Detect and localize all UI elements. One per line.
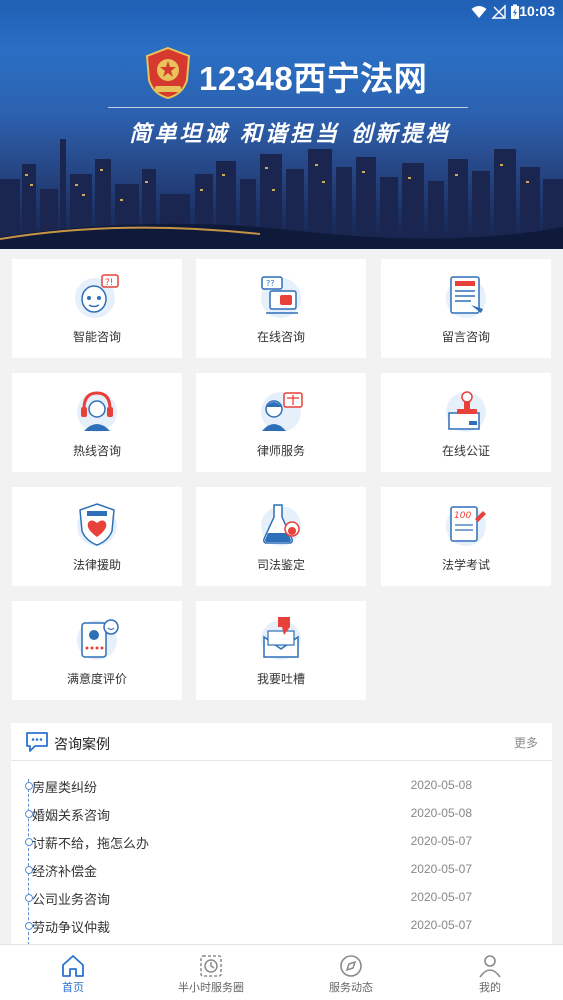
service-complaint[interactable]: 我要吐槽: [196, 601, 366, 700]
service-label: 法律援助: [72, 558, 121, 572]
case-date: 2020-05-08: [410, 778, 472, 792]
svg-text:100: 100: [454, 511, 471, 521]
legal-aid-shield-icon: [77, 503, 117, 546]
user-icon: [479, 955, 501, 978]
list-item[interactable]: 公司业务咨询 2020-05-07: [11, 887, 552, 915]
case-date: 2020-05-07: [410, 862, 472, 876]
service-online-consult[interactable]: ?? 在线咨询: [196, 259, 366, 358]
app-title: 12348西宁法网: [199, 60, 428, 97]
service-smart-consult[interactable]: ?! 智能咨询: [12, 259, 182, 358]
status-time: 10:03: [519, 3, 555, 19]
nav-label: 服务动态: [329, 981, 373, 994]
service-label: 司法鉴定: [256, 558, 305, 572]
clock-icon: [200, 955, 222, 977]
service-label: 我要吐槽: [256, 672, 305, 686]
national-emblem-icon: [145, 46, 191, 100]
case-date: 2020-05-07: [410, 834, 472, 848]
nav-half-hour-circle[interactable]: 半小时服务圈: [141, 945, 281, 1000]
list-item[interactable]: 婚姻关系咨询 2020-05-08: [11, 803, 552, 831]
message-board-icon: [446, 276, 486, 318]
hero-banner: 10:03 12348西宁法网 简单坦诚 和谐担当 创新提档: [0, 0, 563, 249]
list-item[interactable]: 房屋类纠纷 2020-05-08: [11, 775, 552, 803]
service-label: 在线公证: [441, 444, 490, 458]
no-signal-icon: [491, 4, 506, 19]
service-lawyer[interactable]: 律师服务: [196, 373, 366, 472]
title-divider: [108, 107, 468, 108]
chat-bubble-icon: [26, 732, 48, 752]
status-bar: 10:03: [0, 0, 563, 24]
nav-mine[interactable]: 我的: [420, 945, 560, 1000]
service-label: 满意度评价: [66, 672, 127, 686]
service-label: 热线咨询: [72, 444, 121, 458]
svg-text:?!: ?!: [105, 278, 113, 288]
service-label: 法学考试: [441, 558, 490, 572]
service-label: 留言咨询: [441, 330, 490, 344]
cases-more-link[interactable]: 更多: [514, 734, 538, 751]
service-satisfaction-rating[interactable]: 满意度评价: [12, 601, 182, 700]
wifi-icon: [471, 6, 487, 18]
svg-text:??: ??: [266, 279, 275, 288]
case-date: 2020-05-08: [410, 806, 472, 820]
case-date: 2020-05-07: [410, 918, 472, 932]
list-item[interactable]: 劳动争议仲裁 2020-05-07: [11, 915, 552, 943]
service-label: 律师服务: [256, 444, 305, 458]
robot-consult-icon: ?!: [75, 274, 119, 318]
app-header: 12348西宁法网: [143, 46, 463, 106]
online-chat-icon: ??: [261, 276, 301, 318]
bottom-nav: 首页 半小时服务圈 服务动态 我的: [0, 944, 563, 1000]
hotline-agent-icon: [77, 391, 117, 432]
nav-label: 首页: [62, 981, 84, 994]
service-label: 在线咨询: [256, 330, 305, 344]
exam-paper-icon: 100: [446, 506, 486, 546]
cases-title: 咨询案例: [54, 737, 110, 753]
case-name: 公司业务咨询: [32, 893, 111, 908]
case-date: 2020-05-07: [410, 890, 472, 904]
case-name: 房屋类纠纷: [32, 781, 98, 796]
nav-label: 我的: [479, 981, 501, 994]
home-icon: [62, 955, 84, 977]
service-label: 智能咨询: [72, 330, 121, 344]
nav-home[interactable]: 首页: [3, 945, 143, 1000]
list-item[interactable]: 讨薪不给，拖怎么办 2020-05-07: [11, 831, 552, 859]
consult-cases-panel: 咨询案例 更多 房屋类纠纷 2020-05-08 婚姻关系咨询 2020-05-…: [11, 723, 552, 945]
service-hotline-consult[interactable]: 热线咨询: [12, 373, 182, 472]
list-item[interactable]: 经济补偿金 2020-05-07: [11, 859, 552, 887]
service-judicial-appraisal[interactable]: 司法鉴定: [196, 487, 366, 586]
complaint-thumbdown-icon: [261, 617, 301, 660]
slogan: 简单坦诚 和谐担当 创新提档: [129, 121, 451, 147]
compass-icon: [340, 955, 362, 977]
case-name: 讨薪不给，拖怎么办: [32, 837, 150, 852]
case-name: 经济补偿金: [32, 865, 98, 880]
case-name: 婚姻关系咨询: [32, 809, 111, 824]
case-name: 劳动争议仲裁: [32, 921, 111, 936]
nav-service-news[interactable]: 服务动态: [281, 945, 421, 1000]
service-message-consult[interactable]: 留言咨询: [381, 259, 551, 358]
notary-stamp-icon: [446, 391, 486, 432]
cases-header: 咨询案例 更多: [11, 723, 552, 761]
service-online-notary[interactable]: 在线公证: [381, 373, 551, 472]
service-legal-aid[interactable]: 法律援助: [12, 487, 182, 586]
lab-flask-icon: [261, 504, 301, 546]
nav-label: 半小时服务圈: [178, 981, 244, 994]
service-law-exam[interactable]: 100 法学考试: [381, 487, 551, 586]
rating-card-icon: [77, 619, 119, 660]
lawyer-icon: [261, 392, 303, 432]
